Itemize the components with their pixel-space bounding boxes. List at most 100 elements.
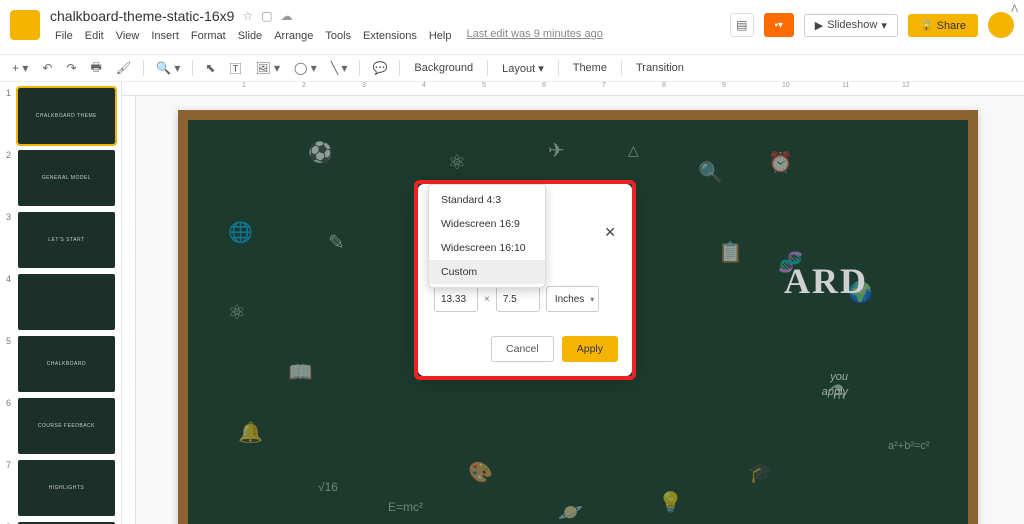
undo-button[interactable]: ↶: [38, 59, 56, 77]
slide-thumb-3[interactable]: LET'S START: [18, 212, 115, 268]
menu-view[interactable]: View: [111, 28, 145, 44]
separator: [143, 60, 144, 76]
menu-help[interactable]: Help: [424, 28, 457, 44]
doodle-emc-icon: E=mc²: [388, 500, 423, 514]
slide-thumb-7[interactable]: HIGHLIGHTS: [18, 460, 115, 516]
shape-tool[interactable]: ◯ ▾: [290, 59, 321, 77]
doodle-bell-icon: 🔔: [238, 420, 263, 445]
option-custom[interactable]: Custom: [429, 260, 545, 284]
app-header: chalkboard-theme-static-16x9 ☆ ▢ ☁ File …: [0, 0, 1024, 54]
image-tool[interactable]: 🖼 ▾: [251, 59, 284, 77]
cancel-button[interactable]: Cancel: [491, 336, 554, 362]
transition-button[interactable]: Transition: [630, 60, 690, 76]
vertical-ruler: [122, 96, 136, 524]
document-title[interactable]: chalkboard-theme-static-16x9: [50, 8, 234, 24]
option-widescreen-169[interactable]: Widescreen 16:9: [429, 212, 545, 236]
menu-format[interactable]: Format: [186, 28, 231, 44]
doodle-palette-icon: 🎨: [468, 460, 493, 485]
thumb-number: 1: [6, 88, 14, 98]
menu-slide[interactable]: Slide: [233, 28, 267, 44]
layout-button[interactable]: Layout ▾: [496, 60, 550, 77]
close-button[interactable]: ✕: [604, 224, 616, 241]
slide-subtitle: you apply: [822, 370, 848, 401]
collapse-arrow-icon[interactable]: ᐱ: [1011, 4, 1018, 15]
width-input[interactable]: [434, 286, 478, 312]
thumb-number: 3: [6, 212, 14, 222]
slide-thumb-5[interactable]: CHALKBOARD: [18, 336, 115, 392]
slideshow-label: Slideshow: [827, 19, 877, 31]
doodle-formula-icon: a²+b²=c²: [888, 440, 930, 452]
separator: [621, 60, 622, 76]
separator: [487, 60, 488, 76]
doodle-glass-icon: 🔍: [698, 160, 723, 185]
star-icon[interactable]: ☆: [242, 9, 253, 23]
separator: [359, 60, 360, 76]
comment-history-icon[interactable]: ▤: [730, 13, 754, 37]
thumb-number: 6: [6, 398, 14, 408]
meet-camera-icon[interactable]: ▪▾: [764, 13, 794, 37]
doodle-plane-icon: ✈: [548, 138, 565, 163]
menu-tools[interactable]: Tools: [320, 28, 356, 44]
unit-select[interactable]: Inches: [546, 286, 599, 312]
slide-thumb-6[interactable]: COURSE FEEDBACK: [18, 398, 115, 454]
new-slide-button[interactable]: + ▾: [8, 59, 32, 77]
toolbar: + ▾ ↶ ↷ 🖶 🖌 🔍 ▾ ⬉ 🅃 🖼 ▾ ◯ ▾ ╲ ▾ 💬 Backgr…: [0, 54, 1024, 82]
print-button[interactable]: 🖶: [87, 56, 106, 81]
doodle-atom2-icon: ⚛: [228, 300, 246, 325]
slideshow-button[interactable]: ▶ Slideshow ▾: [804, 14, 898, 37]
multiply-icon: ×: [484, 294, 490, 305]
redo-button[interactable]: ↷: [62, 59, 80, 77]
slide-thumb-4[interactable]: [18, 274, 115, 330]
thumb-number: 2: [6, 150, 14, 160]
title-row: chalkboard-theme-static-16x9 ☆ ▢ ☁: [50, 6, 730, 26]
separator: [558, 60, 559, 76]
doodle-sqrt-icon: √16: [318, 480, 338, 494]
doodle-bulb-icon: 💡: [658, 490, 683, 515]
cloud-icon[interactable]: ☁: [281, 9, 293, 23]
menu-edit[interactable]: Edit: [80, 28, 109, 44]
doodle-triangle-icon: △: [628, 142, 639, 159]
header-right: ▤ ▪▾ ▶ Slideshow ▾ 🔒 Share: [730, 12, 1014, 38]
menu-arrange[interactable]: Arrange: [269, 28, 318, 44]
menu-extensions[interactable]: Extensions: [358, 28, 422, 44]
menu-file[interactable]: File: [50, 28, 78, 44]
height-input[interactable]: [496, 286, 540, 312]
slide-thumb-1[interactable]: CHALKBOARD THEME: [18, 88, 115, 144]
select-tool[interactable]: ⬉: [201, 59, 219, 77]
dialog-buttons: Cancel Apply: [491, 336, 618, 362]
share-label: Share: [937, 20, 966, 32]
apply-button[interactable]: Apply: [562, 336, 618, 362]
doodle-notes-icon: 📋: [718, 240, 743, 265]
menu-bar: File Edit View Insert Format Slide Arran…: [50, 28, 730, 44]
menu-insert[interactable]: Insert: [146, 28, 184, 44]
slide-title: ARD: [784, 260, 868, 302]
option-widescreen-1610[interactable]: Widescreen 16:10: [429, 236, 545, 260]
thumb-number: 4: [6, 274, 14, 284]
film-strip[interactable]: 1 CHALKBOARD THEME 2 GENERAL MODEL 3 LET'S …: [0, 82, 122, 524]
paint-format-button[interactable]: 🖌: [112, 59, 135, 77]
option-standard-43[interactable]: Standard 4:3: [429, 188, 545, 212]
line-tool[interactable]: ╲ ▾: [327, 59, 352, 77]
textbox-tool[interactable]: 🅃: [225, 58, 245, 79]
doodle-ball-icon: ⚽: [308, 140, 333, 165]
user-avatar[interactable]: [988, 12, 1014, 38]
theme-button[interactable]: Theme: [567, 60, 613, 76]
slide-thumb-2[interactable]: GENERAL MODEL: [18, 150, 115, 206]
last-edit-info[interactable]: Last edit was 9 minutes ago: [466, 28, 602, 44]
separator: [399, 60, 400, 76]
background-button[interactable]: Background: [408, 60, 479, 76]
slides-app-icon[interactable]: [10, 10, 40, 40]
separator: [192, 60, 193, 76]
thumb-number: 5: [6, 336, 14, 346]
doodle-atom-icon: ⚛: [448, 150, 466, 175]
share-button[interactable]: 🔒 Share: [908, 14, 978, 37]
move-icon[interactable]: ▢: [261, 9, 272, 23]
doodle-clock-icon: ⏰: [768, 150, 793, 175]
doodle-planet-icon: 🪐: [558, 500, 583, 524]
comment-tool[interactable]: 💬: [368, 59, 391, 77]
doodle-globe-icon: 🌐: [228, 220, 253, 245]
horizontal-ruler: 1 2 3 4 5 6 7 8 9 10 11 12: [122, 82, 1024, 96]
doodle-book-icon: 📖: [288, 360, 313, 385]
size-inputs-row: × Inches: [434, 286, 599, 312]
zoom-button[interactable]: 🔍 ▾: [152, 59, 184, 77]
